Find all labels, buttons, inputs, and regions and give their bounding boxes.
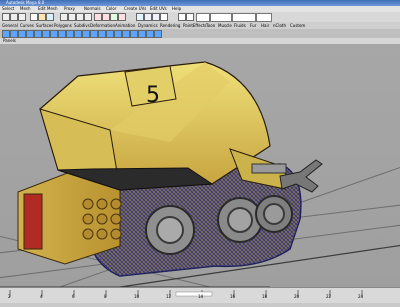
snap-to-point-icon[interactable]	[76, 13, 84, 21]
tick-label: 22	[326, 294, 332, 299]
snap-to-curve-icon[interactable]	[68, 13, 76, 21]
poly-pipe-icon[interactable]	[50, 30, 58, 38]
shelf-tabs: General Curves Surfaces Polygons Subdivs…	[0, 22, 400, 29]
bridge-icon[interactable]	[98, 30, 106, 38]
tick-label: 20	[294, 294, 300, 299]
tab-custom[interactable]: Custom	[290, 22, 305, 29]
poly-cube-icon[interactable]	[2, 30, 10, 38]
tab-subdivs[interactable]: Subdivs	[74, 22, 90, 29]
tab-surfaces[interactable]: Surfaces	[36, 22, 53, 29]
merge-icon[interactable]	[122, 30, 130, 38]
perspective-viewport[interactable]: 5	[0, 44, 400, 287]
smooth-icon[interactable]	[82, 30, 90, 38]
quick-selection-field[interactable]	[210, 13, 232, 22]
toggle-pane-icon[interactable]	[178, 13, 186, 21]
render-icon[interactable]	[102, 13, 110, 21]
select-by-hierarchy-icon[interactable]	[30, 13, 38, 21]
tab-polygons[interactable]: Polygons	[54, 22, 72, 29]
open-scene-icon[interactable]	[10, 13, 18, 21]
viewport-scene: 5	[0, 61, 400, 287]
poly-sphere-icon[interactable]	[10, 30, 18, 38]
hull-number-decal: 5	[146, 83, 160, 108]
tab-curves[interactable]: Curves	[20, 22, 34, 29]
ipr-render-icon[interactable]	[110, 13, 118, 21]
toggle-outliner-icon[interactable]	[186, 13, 194, 21]
extrude-icon[interactable]	[90, 30, 98, 38]
tab-rendering[interactable]: Rendering	[160, 22, 180, 29]
poly-cone-icon[interactable]	[42, 30, 50, 38]
tab-fluids[interactable]: Fluids	[234, 22, 246, 29]
tick-label: 8	[104, 294, 107, 299]
split-icon[interactable]	[130, 30, 138, 38]
render-settings-icon[interactable]	[118, 13, 126, 21]
tick-label: 2	[8, 294, 11, 299]
tab-animation[interactable]: Animation	[115, 22, 135, 29]
show-hide-attribute-editor-icon[interactable]	[144, 13, 152, 21]
tick-label: 24	[358, 294, 364, 299]
input-field[interactable]	[196, 13, 210, 22]
secondary-input-field[interactable]	[256, 13, 272, 22]
maya-window: Autodesk Maya 8.0 Select Mesh Edit Mesh …	[0, 0, 400, 303]
history-icon[interactable]	[94, 13, 102, 21]
tab-painteffects[interactable]: PaintEffects	[183, 22, 207, 29]
tab-dynamics[interactable]: Dynamics	[138, 22, 158, 29]
tick-label: 12	[166, 294, 172, 299]
duplicate-face-icon[interactable]	[154, 30, 162, 38]
tick-label: 16	[230, 294, 236, 299]
separate-icon[interactable]	[74, 30, 82, 38]
tab-muscle[interactable]: Muscle	[218, 22, 232, 29]
tab-hair[interactable]: Hair	[261, 22, 269, 29]
tick-label: 10	[134, 294, 140, 299]
fill-hole-icon[interactable]	[114, 30, 122, 38]
tick-label: 14	[198, 294, 204, 299]
select-by-component-icon[interactable]	[46, 13, 54, 21]
poly-plane-icon[interactable]	[26, 30, 34, 38]
tab-deformation[interactable]: Deformation	[90, 22, 115, 29]
show-hide-channel-box-icon[interactable]	[152, 13, 160, 21]
show-hide-layer-editor-icon[interactable]	[160, 13, 168, 21]
wedge-icon[interactable]	[146, 30, 154, 38]
tick-label: 6	[72, 294, 75, 299]
new-scene-icon[interactable]	[2, 13, 10, 21]
save-scene-icon[interactable]	[18, 13, 26, 21]
time-range-slider[interactable]	[175, 291, 213, 297]
tab-ncloth[interactable]: nCloth	[273, 22, 286, 29]
tab-general[interactable]: General	[2, 22, 18, 29]
tick-label: 4	[40, 294, 43, 299]
tick-label: 18	[262, 294, 268, 299]
poly-torus-icon[interactable]	[34, 30, 42, 38]
tab-fur[interactable]: Fur	[250, 22, 256, 29]
tab-toon[interactable]: Toon	[206, 22, 215, 29]
append-icon[interactable]	[106, 30, 114, 38]
numeric-input-field[interactable]	[232, 13, 256, 22]
select-by-object-icon[interactable]	[38, 13, 46, 21]
poly-cylinder-icon[interactable]	[18, 30, 26, 38]
snap-to-grid-icon[interactable]	[60, 13, 68, 21]
poly-helix-icon[interactable]	[58, 30, 66, 38]
time-slider[interactable]: 2 4 6 8 10 12 14 16 18 20 22 24	[0, 287, 400, 303]
show-hide-tool-settings-icon[interactable]	[136, 13, 144, 21]
snap-to-view-plane-icon[interactable]	[84, 13, 92, 21]
combine-icon[interactable]	[66, 30, 74, 38]
bevel-icon[interactable]	[138, 30, 146, 38]
